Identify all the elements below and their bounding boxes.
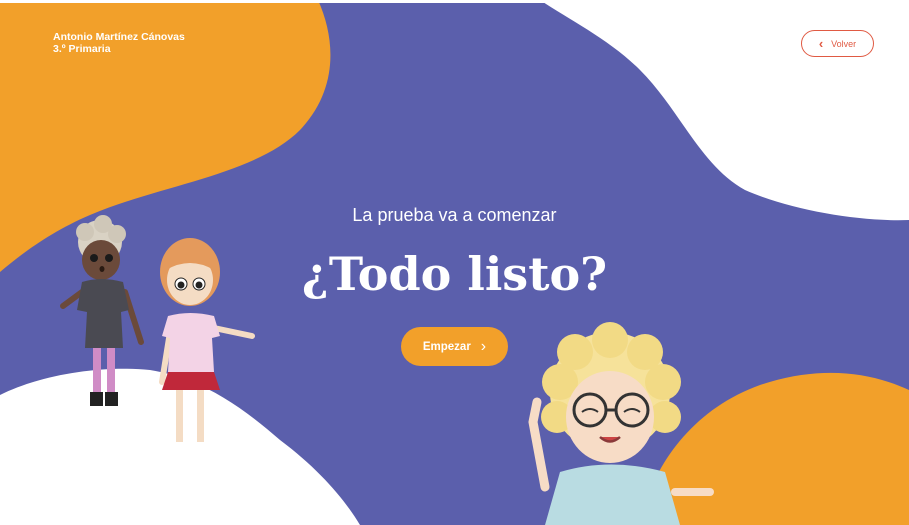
back-button[interactable]: ‹ Volver [801, 30, 874, 57]
user-name: Antonio Martínez Cánovas [53, 31, 185, 43]
start-button[interactable]: Empezar › [401, 327, 508, 366]
back-button-label: Volver [831, 38, 857, 49]
start-button-label: Empezar [422, 340, 471, 353]
user-grade: 3.º Primaria [53, 43, 111, 55]
chevron-left-icon: ‹ [818, 36, 824, 51]
illustration-girl [159, 238, 255, 442]
user-info: Antonio Martínez Cánovas 3.º Primaria [53, 31, 185, 55]
chevron-right-icon: › [480, 337, 487, 355]
illustration-girl-glasses [528, 322, 714, 525]
